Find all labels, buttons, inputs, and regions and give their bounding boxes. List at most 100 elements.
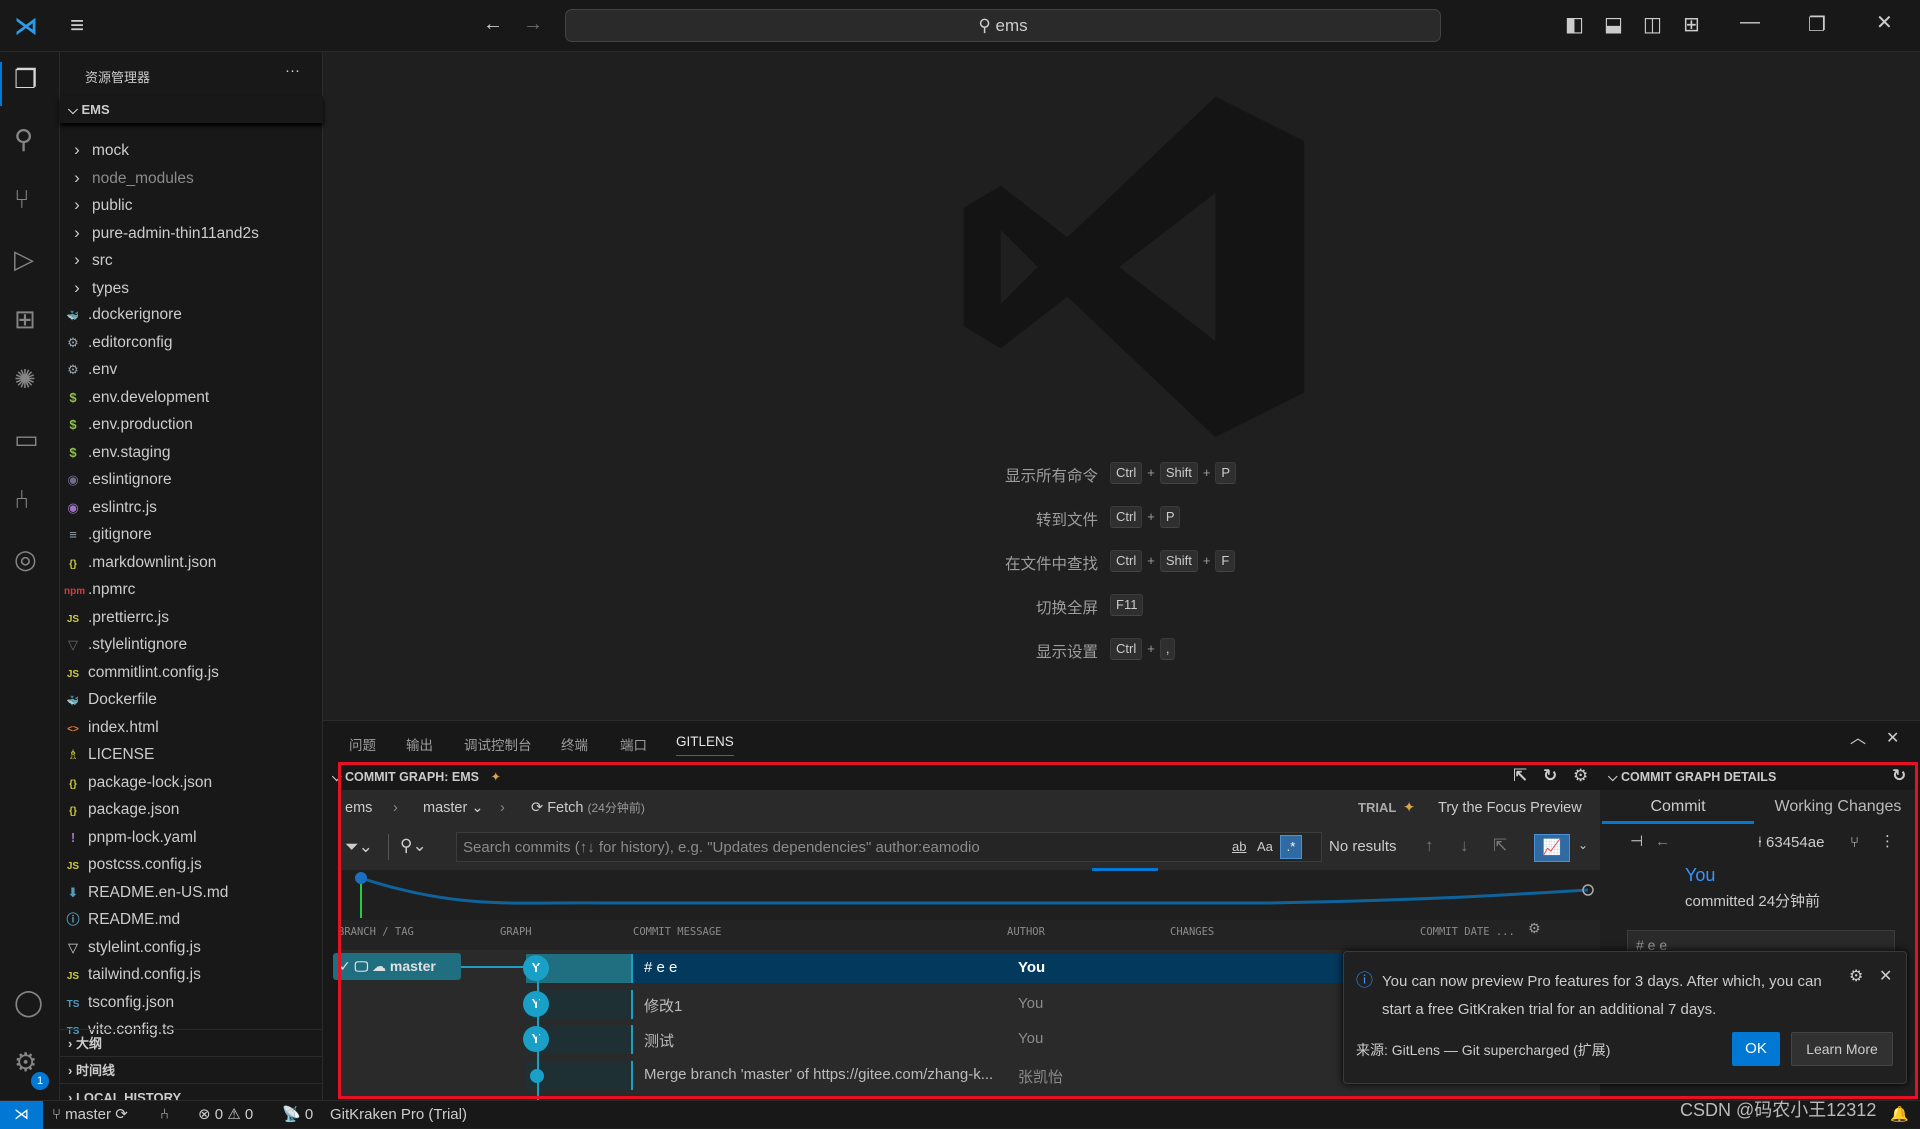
commit-sha[interactable]: ⍿ 63454ae: [1758, 834, 1824, 851]
match-whole-word-toggle[interactable]: ab: [1232, 839, 1246, 854]
author-name[interactable]: You: [1685, 865, 1715, 886]
file-item[interactable]: JS .prettierrc.js: [60, 604, 169, 631]
regex-toggle[interactable]: .*: [1280, 835, 1302, 859]
file-item[interactable]: ▽ .stylelintignore: [60, 631, 187, 658]
repo-button[interactable]: ems: [345, 790, 372, 826]
focus-preview-link[interactable]: Try the Focus Preview: [1438, 790, 1582, 826]
next-result-icon[interactable]: ↓: [1460, 837, 1469, 854]
tab-working-changes[interactable]: Working Changes: [1758, 790, 1918, 824]
file-item[interactable]: {} package-lock.json: [60, 769, 212, 796]
file-item[interactable]: ▽ stylelint.config.js: [60, 934, 201, 961]
notifications-bell-icon[interactable]: 🔔: [1890, 1101, 1909, 1128]
notification-close-icon[interactable]: ✕: [1879, 966, 1892, 986]
remote-indicator-icon[interactable]: ⋊: [0, 1101, 43, 1129]
file-item[interactable]: TS tsconfig.json: [60, 989, 175, 1016]
chevron-down-icon[interactable]: ⌵: [332, 770, 341, 784]
panel-tab[interactable]: 问题: [349, 734, 376, 754]
file-item[interactable]: ◉ .eslintignore: [60, 466, 171, 493]
pin-icon[interactable]: ⊣: [1630, 834, 1643, 849]
close-window-icon[interactable]: ✕: [1876, 13, 1893, 33]
open-in-editor-icon[interactable]: ⇱: [1513, 767, 1527, 784]
open-results-icon[interactable]: ⇱: [1493, 837, 1507, 854]
account-icon[interactable]: ◯: [14, 987, 43, 1018]
problems-status[interactable]: ⊗ 0 ⚠ 0: [198, 1101, 253, 1128]
panel-tab[interactable]: 终端: [561, 734, 588, 754]
gitlens-icon[interactable]: ◎: [14, 544, 37, 575]
search-icon[interactable]: ⚲: [14, 124, 33, 155]
menu-icon[interactable]: ≡: [70, 14, 84, 38]
ports-status[interactable]: 📡 0: [282, 1101, 313, 1128]
restore-icon[interactable]: ❐: [1808, 15, 1826, 35]
file-item[interactable]: ! pnpm-lock.yaml: [60, 824, 197, 851]
file-item[interactable]: JS commitlint.config.js: [60, 659, 219, 686]
chevron-down-icon[interactable]: ⌵: [1608, 770, 1617, 784]
forward-arrow-icon[interactable]: →: [523, 14, 543, 34]
back-arrow-icon[interactable]: ←: [483, 14, 503, 34]
column-header-changes[interactable]: CHANGES: [1170, 926, 1214, 938]
avatar[interactable]: Y: [523, 1026, 549, 1052]
folder-item[interactable]: › node_modules: [60, 164, 194, 191]
column-header-message[interactable]: COMMIT MESSAGE: [633, 926, 722, 938]
explorer-icon[interactable]: ❐: [14, 64, 37, 95]
toggle-sidebar-icon[interactable]: ◧: [1565, 15, 1584, 35]
folder-item[interactable]: › src: [60, 246, 113, 273]
file-item[interactable]: ⚙ .env: [60, 356, 117, 383]
branch-tag-master[interactable]: ✓ 🖵 ☁ master: [333, 953, 461, 980]
learn-more-button[interactable]: Learn More: [1791, 1032, 1893, 1066]
file-item[interactable]: <> index.html: [60, 714, 159, 741]
customize-layout-icon[interactable]: ⊞: [1683, 15, 1700, 35]
back-icon[interactable]: ←: [1655, 834, 1670, 849]
graph-status-icon[interactable]: ⑃: [160, 1101, 169, 1128]
ok-button[interactable]: OK: [1732, 1032, 1780, 1066]
more-icon[interactable]: ⋮: [1880, 832, 1895, 850]
file-item[interactable]: $ .env.staging: [60, 439, 170, 466]
fetch-button[interactable]: ⟳ Fetch (24分钟前): [531, 790, 645, 826]
panel-tab[interactable]: 调试控制台: [464, 734, 532, 754]
folder-item[interactable]: › mock: [60, 136, 129, 163]
file-item[interactable]: {} package.json: [60, 796, 179, 823]
file-item[interactable]: ⓘ README.md: [60, 906, 180, 933]
search-mode-icon[interactable]: ⚲⌄: [400, 837, 427, 854]
refresh-icon[interactable]: ↻: [1892, 767, 1906, 784]
source-control-icon[interactable]: ⑂: [14, 184, 30, 215]
section-outline[interactable]: › 大纲: [60, 1029, 323, 1056]
chevron-down-icon[interactable]: ⌄: [1578, 838, 1588, 852]
compare-icon[interactable]: ⑂: [1850, 834, 1859, 851]
file-item[interactable]: ⚙ .editorconfig: [60, 329, 172, 356]
folder-icon[interactable]: ▭: [14, 424, 39, 455]
notification-settings-icon[interactable]: ⚙: [1849, 966, 1863, 986]
file-item[interactable]: ♗ LICENSE: [60, 741, 154, 768]
close-panel-icon[interactable]: ✕: [1886, 731, 1899, 747]
column-settings-icon[interactable]: ⚙: [1528, 920, 1541, 937]
file-item[interactable]: JS tailwind.config.js: [60, 961, 201, 988]
branch-status[interactable]: ⑂ master ⟳: [52, 1101, 128, 1128]
more-actions-button[interactable]: ···: [285, 62, 300, 79]
file-item[interactable]: 🐳 .dockerignore: [60, 301, 182, 328]
file-item[interactable]: npm .npmrc: [60, 576, 135, 603]
gitkraken-status[interactable]: GitKraken Pro (Trial): [330, 1101, 467, 1128]
minimap[interactable]: [338, 868, 1600, 920]
column-header-author[interactable]: AUTHOR: [1007, 926, 1045, 938]
file-item[interactable]: JS postcss.config.js: [60, 851, 202, 878]
column-header-graph[interactable]: GRAPH: [500, 926, 532, 938]
folder-item[interactable]: › public: [60, 191, 132, 218]
filter-icon[interactable]: ⏷⌄: [345, 838, 373, 855]
file-item[interactable]: ⬇ README.en-US.md: [60, 879, 229, 906]
git-graph-icon[interactable]: ⑃: [14, 484, 30, 515]
tab-commit[interactable]: Commit: [1602, 790, 1754, 824]
minimize-icon[interactable]: —: [1740, 12, 1760, 32]
match-case-toggle[interactable]: Aa: [1257, 839, 1273, 854]
panel-tab[interactable]: 端口: [620, 734, 647, 754]
toggle-secondary-sidebar-icon[interactable]: ◫: [1643, 15, 1662, 35]
toggle-panel-icon[interactable]: ⬓: [1604, 15, 1623, 35]
branch-button[interactable]: master ⌄: [423, 790, 484, 826]
chatgpt-icon[interactable]: ✺: [14, 364, 36, 395]
folder-item[interactable]: › pure-admin-thin11and2s: [60, 219, 259, 246]
refresh-icon[interactable]: ↻: [1543, 767, 1557, 784]
settings-gear-icon[interactable]: ⚙: [1573, 767, 1588, 784]
search-commits-input[interactable]: Search commits (↑↓ for history), e.g. "U…: [456, 832, 1322, 862]
avatar[interactable]: Y: [523, 990, 549, 1017]
file-item[interactable]: ≡ .gitignore: [60, 521, 152, 548]
section-timeline[interactable]: › 时间线: [60, 1056, 323, 1083]
file-item[interactable]: {} .markdownlint.json: [60, 549, 216, 576]
